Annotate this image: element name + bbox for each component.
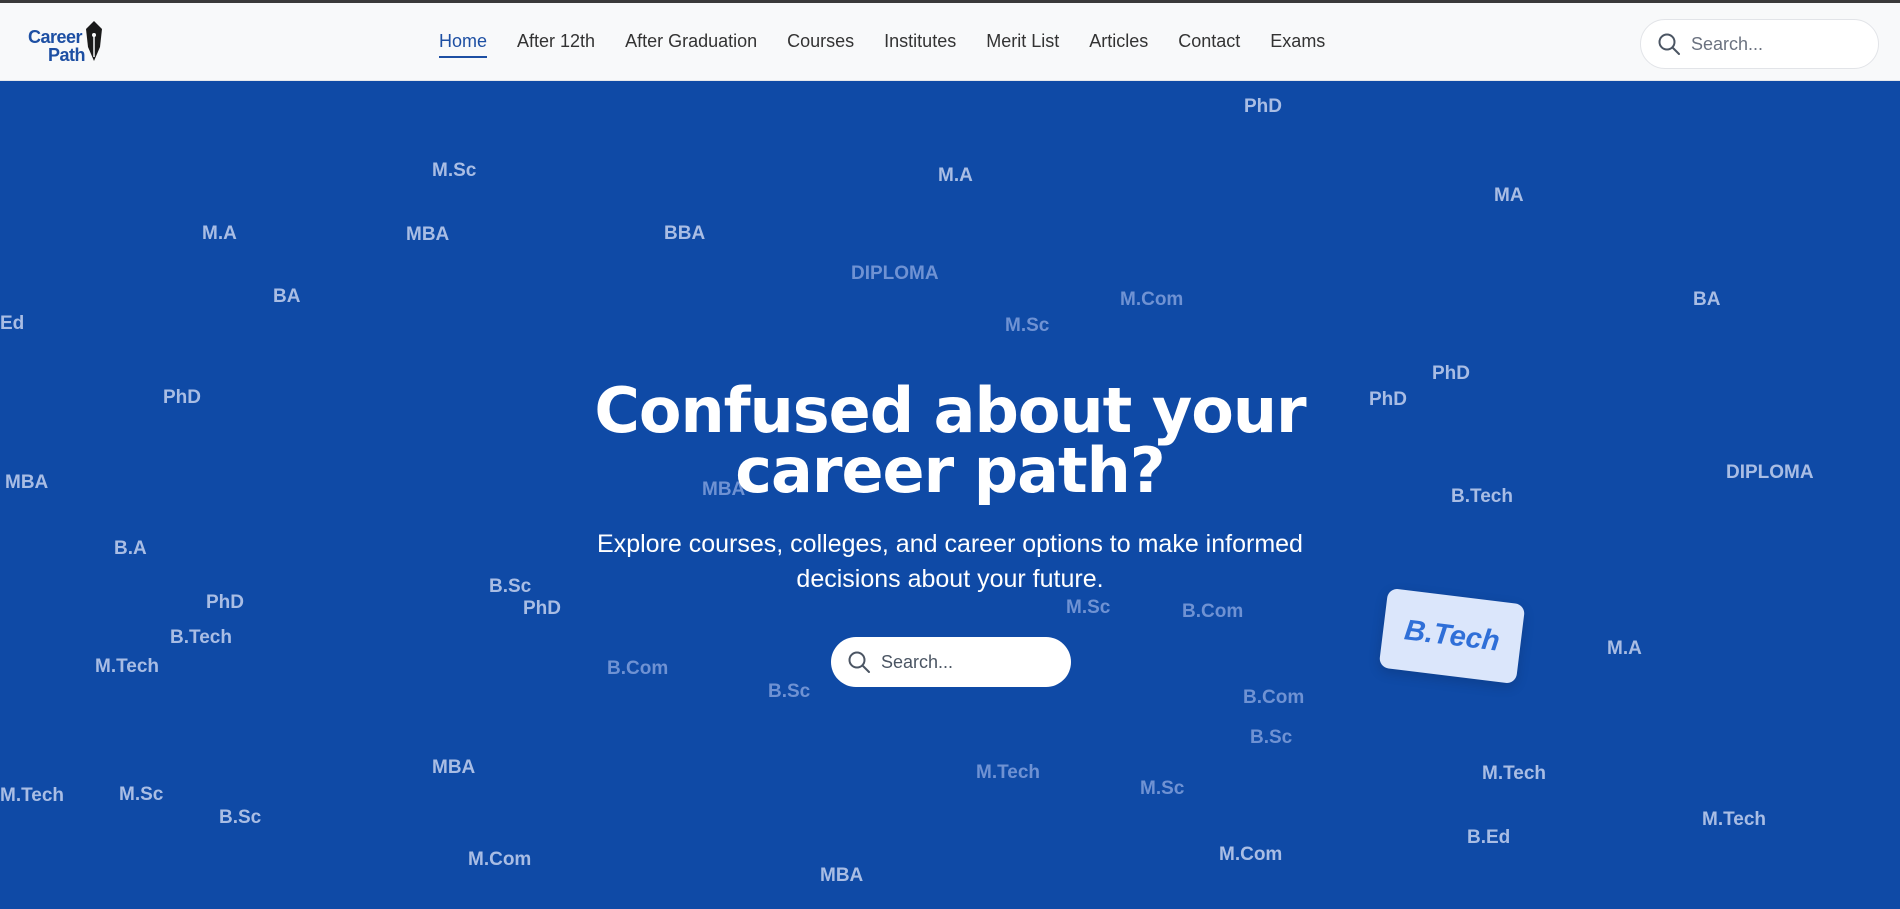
bg-word: M.A — [202, 223, 237, 244]
search-icon — [848, 651, 870, 673]
bg-word: M.Sc — [1066, 597, 1111, 618]
bg-word: B.Sc — [1250, 727, 1293, 748]
header-search[interactable] — [1640, 19, 1879, 69]
bg-word: M.Com — [1219, 844, 1283, 865]
bg-word: PhD — [1369, 389, 1407, 410]
nav-exams[interactable]: Exams — [1270, 31, 1325, 58]
bg-word: MBA — [5, 472, 49, 493]
bg-word: MBA — [820, 865, 864, 886]
pen-nib-icon — [86, 21, 102, 61]
bg-word: M.Sc — [119, 784, 164, 805]
bg-word: M.Sc — [432, 160, 477, 181]
bg-word: DIPLOMA — [1726, 462, 1814, 483]
bg-word: MBA — [406, 224, 450, 245]
hero-subtitle: Explore courses, colleges, and career op… — [580, 527, 1320, 597]
hero-subtitle-line1: Explore courses, colleges, and career op… — [597, 530, 1303, 558]
top-navbar: Career Path Home After 12th After Gradua… — [0, 0, 1900, 81]
bg-word: MBA — [432, 757, 476, 778]
bg-word: M.Sc — [1005, 315, 1050, 336]
bg-word: M.Sc — [1140, 778, 1185, 799]
bg-word: M.Com — [468, 849, 532, 870]
bg-word: BBA — [664, 223, 706, 244]
bg-word: B.Com — [1182, 601, 1244, 622]
nav-articles[interactable]: Articles — [1089, 31, 1148, 58]
hero-search[interactable] — [831, 637, 1071, 687]
hero-subtitle-line2: decisions about your future. — [796, 565, 1104, 593]
nav-after-graduation[interactable]: After Graduation — [625, 31, 757, 58]
hero-search-input[interactable] — [881, 651, 1051, 673]
bg-word: M.A — [1607, 638, 1642, 659]
bg-word: M.Com — [1120, 289, 1184, 310]
hero-section: PhD M.Sc M.A MA M.A MBA BBA DIPLOMA BA M… — [0, 81, 1900, 909]
nav-merit-list[interactable]: Merit List — [986, 31, 1059, 58]
bg-word: PhD — [1432, 363, 1470, 384]
bg-word: M.Tech — [95, 656, 160, 677]
course-badge[interactable]: B.Tech — [1378, 587, 1526, 685]
header-search-input[interactable] — [1691, 33, 1861, 55]
bg-word: M.A — [938, 165, 973, 186]
logo[interactable]: Career Path — [28, 21, 106, 65]
main-nav: Home After 12th After Graduation Courses… — [439, 31, 1355, 58]
nav-institutes[interactable]: Institutes — [884, 31, 956, 58]
hero-title: Confused about your career path? — [550, 374, 1350, 507]
nav-after-12th[interactable]: After 12th — [517, 31, 595, 58]
bg-word: B.Tech — [1451, 486, 1513, 507]
logo-line2: Path — [48, 45, 86, 65]
bg-word: B.Sc — [489, 576, 532, 597]
bg-word: M.Tech — [976, 762, 1041, 783]
bg-word: BA — [273, 286, 301, 307]
bg-word: B.Com — [607, 658, 669, 679]
bg-word: PhD — [163, 387, 201, 408]
bg-word: PhD — [523, 598, 561, 619]
nav-courses[interactable]: Courses — [787, 31, 854, 58]
bg-word: B.A — [114, 538, 147, 559]
bg-word: M.Tech — [0, 785, 65, 806]
bg-word: B.Sc — [768, 681, 811, 702]
bg-word: M.Tech — [1482, 763, 1547, 784]
nav-home[interactable]: Home — [439, 31, 488, 58]
bg-word: B.Sc — [219, 807, 262, 828]
bg-word: DIPLOMA — [851, 263, 939, 284]
hero-title-line1: Confused about your — [594, 374, 1306, 447]
bg-word: Ed — [0, 313, 25, 334]
search-icon — [1658, 33, 1680, 55]
bg-word: B.Tech — [170, 627, 232, 648]
bg-word: PhD — [1244, 96, 1282, 117]
bg-word: M.Tech — [1702, 809, 1767, 830]
bg-word: MA — [1494, 185, 1524, 206]
bg-word: BA — [1693, 289, 1721, 310]
nav-contact[interactable]: Contact — [1178, 31, 1240, 58]
bg-word: PhD — [206, 592, 244, 613]
hero-title-line2: career path? — [735, 434, 1165, 507]
bg-word: B.Com — [1243, 687, 1305, 708]
bg-word: B.Ed — [1467, 827, 1511, 848]
